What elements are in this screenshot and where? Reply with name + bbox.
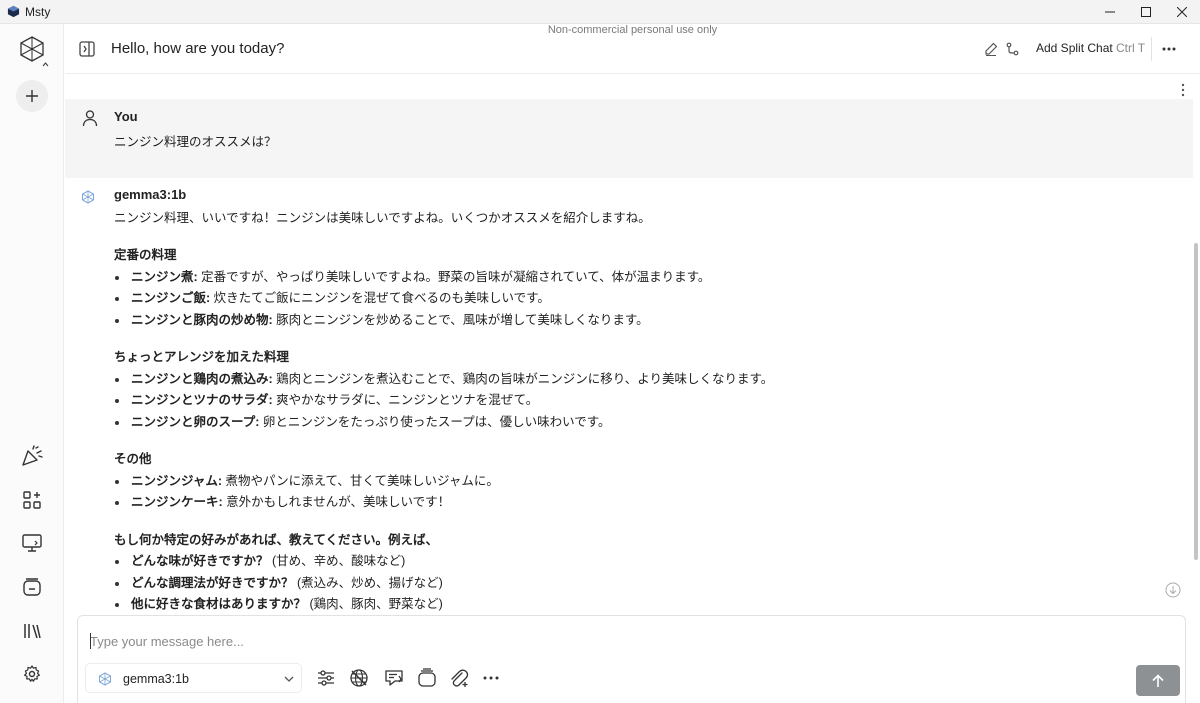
list-item: どんな調理法が好きですか？ (煮込み、炒め、揚げなど): [114, 573, 1174, 595]
assistant-message-body: ニンジン料理、いいですね！ニンジンは美味しいですよね。いくつかオススメを紹介しま…: [114, 208, 1174, 614]
send-button[interactable]: [1136, 665, 1180, 696]
maximize-button[interactable]: [1128, 0, 1164, 24]
more-options-button[interactable]: [1160, 40, 1178, 58]
new-chat-button[interactable]: [16, 80, 48, 112]
sparkles-icon: [22, 445, 43, 466]
list-item: ニンジンとツナのサラダ: 爽やかなサラダに、ニンジンとツナを混ぜて。: [114, 390, 1174, 412]
branch-icon: [1006, 42, 1019, 56]
edit-title-button[interactable]: [982, 40, 1000, 58]
globe-off-icon: [350, 669, 368, 687]
attach-file-button[interactable]: [448, 667, 470, 689]
app-title: Msty: [25, 5, 51, 19]
more-tools-button[interactable]: [480, 667, 502, 689]
plus-icon: [26, 90, 38, 102]
message-input[interactable]: [90, 630, 990, 652]
add-split-chat-button[interactable]: Add Split Chat: [1036, 41, 1113, 55]
more-vertical-icon[interactable]: [1178, 83, 1188, 97]
list-item: ニンジン煮: 定番ですが、やっぱり美味しいですよね。野菜の旨味が凝縮されていて、…: [114, 267, 1174, 289]
split-chat-shortcut: Ctrl T: [1116, 41, 1146, 55]
minimize-button[interactable]: [1092, 0, 1128, 24]
license-notice: Non-commercial personal use only: [547, 24, 718, 36]
sidebar-toggle-icon[interactable]: [78, 40, 96, 58]
monitor-icon: [22, 534, 42, 552]
msty-logo-button[interactable]: [17, 34, 47, 64]
list-item: どんな味が好きですか？ (甘め、辛め、酸味など): [114, 551, 1174, 573]
model-parameters-button[interactable]: [315, 667, 337, 689]
knowledge-stack-button[interactable]: [17, 572, 47, 602]
text-caret: [90, 633, 91, 649]
user-avatar-icon: [82, 110, 98, 127]
list-item: 他に好きな食材はありますか？ (鶏肉、豚肉、野菜など): [114, 594, 1174, 614]
more-icon: [483, 676, 499, 680]
section-heading: その他: [114, 452, 152, 467]
list-item: ニンジンと卵のスープ: 卵とニンジンをたっぷり使ったスープは、優しい味わいです。: [114, 412, 1174, 434]
user-message-author: You: [114, 109, 138, 124]
prompts-library-button[interactable]: [17, 441, 47, 471]
arrow-up-icon: [1152, 673, 1164, 687]
user-message-text: ニンジン料理のオススメは？: [114, 135, 277, 149]
chat-header: Non-commercial personal use only Hello, …: [65, 24, 1200, 74]
pencil-icon: [985, 42, 998, 56]
model-avatar-icon: [82, 190, 94, 204]
list-item: ニンジンと豚肉の炒め物: 豚肉とニンジンを炒めることで、風味が増して美味しくなり…: [114, 310, 1174, 332]
message-composer: gemma3:1b: [77, 615, 1186, 703]
section-heading: もし何か特定の好みがあれば、教えてください。例えば、: [114, 532, 439, 547]
chevron-up-icon: [42, 62, 49, 67]
left-rail: [0, 24, 64, 703]
app-icon: [7, 5, 20, 18]
attach-icon: [451, 669, 469, 687]
gear-icon: [24, 665, 40, 682]
archive-icon: [23, 578, 41, 596]
section-heading: ちょっとアレンジを加えた料理: [114, 350, 290, 365]
prompt-icon: [385, 670, 403, 686]
library-icon: [24, 624, 41, 639]
message-scrollbar[interactable]: [1192, 75, 1200, 614]
user-message: You ニンジン料理のオススメは？: [65, 99, 1193, 178]
settings-button[interactable]: [17, 659, 47, 689]
scroll-to-bottom-icon[interactable]: [1165, 582, 1181, 598]
header-divider: [1151, 37, 1152, 61]
section-heading: 定番の料理: [114, 248, 177, 263]
close-button[interactable]: [1164, 0, 1200, 24]
more-horizontal-icon: [1162, 47, 1176, 51]
web-search-toggle[interactable]: [348, 667, 370, 689]
chat-title[interactable]: Hello, how are you today?: [111, 40, 284, 57]
close-icon: [1177, 7, 1187, 17]
apps-button[interactable]: [17, 485, 47, 515]
minimize-icon: [1105, 11, 1115, 13]
chevron-down-icon: [284, 676, 294, 682]
assistant-intro: ニンジン料理、いいですね！ニンジンは美味しいですよね。いくつかオススメを紹介しま…: [114, 211, 651, 225]
model-selector-label: gemma3:1b: [123, 672, 190, 686]
prompt-library-button[interactable]: [383, 667, 405, 689]
message-list[interactable]: You ニンジン料理のオススメは？ gemma3:1b ニンジン料理、いいですね…: [65, 75, 1193, 614]
model-selector[interactable]: gemma3:1b: [85, 663, 302, 693]
knowledge-stack-selector[interactable]: [416, 667, 438, 689]
list-item: ニンジンと鶏肉の煮込み: 鶏肉とニンジンを煮込むことで、鶏肉の旨味がニンジンに移…: [114, 369, 1174, 391]
local-ai-button[interactable]: [17, 528, 47, 558]
model-icon: [99, 672, 111, 686]
apps-icon: [23, 491, 41, 509]
scrollbar-thumb[interactable]: [1194, 243, 1198, 560]
list-item: ニンジンジャム: 煮物やパンに添えて、甘くて美味しいジャムに。: [114, 471, 1174, 493]
list-item: ニンジンケーキ: 意外かもしれませんが、美味しいです！: [114, 492, 1174, 514]
assistant-message-author: gemma3:1b: [114, 187, 187, 202]
branch-button[interactable]: [1003, 40, 1021, 58]
list-item: ニンジンご飯: 炊きたてご飯にニンジンを混ぜて食べるのも美味しいです。: [114, 288, 1174, 310]
maximize-icon: [1141, 7, 1151, 17]
stack-icon: [418, 668, 436, 687]
library-button[interactable]: [17, 616, 47, 646]
msty-logo-icon: [20, 36, 44, 62]
sliders-icon: [318, 670, 334, 686]
window-titlebar: Msty: [0, 0, 1200, 24]
